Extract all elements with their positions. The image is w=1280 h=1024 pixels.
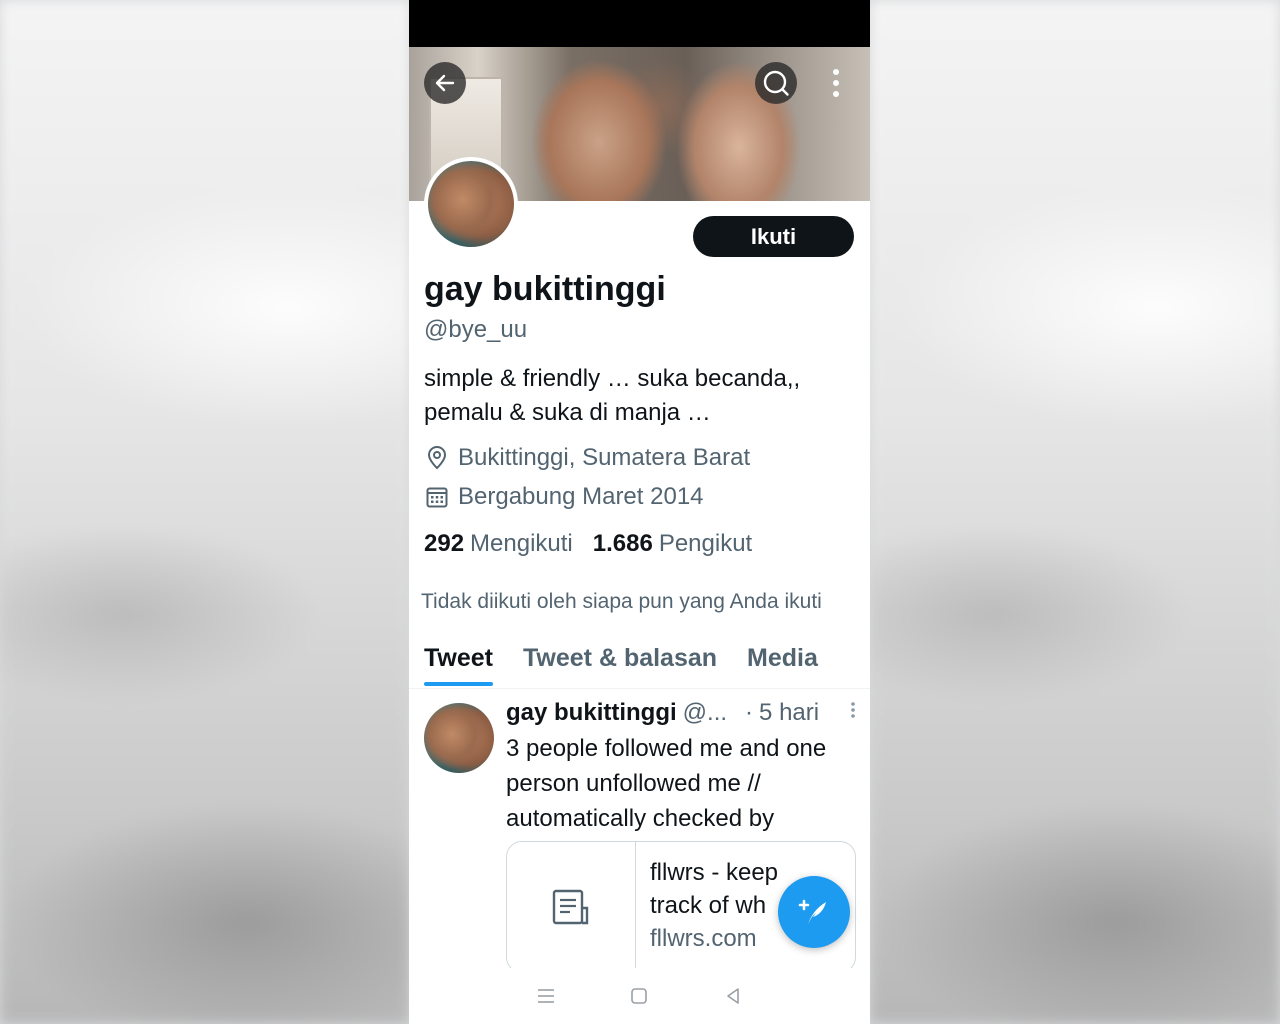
profile-avatar[interactable] <box>424 157 518 251</box>
tweet-time[interactable]: 5 hari <box>759 699 819 727</box>
card-body: fllwrs - keep track of wh fllwrs.com <box>636 842 792 972</box>
nav-home-button[interactable] <box>624 981 654 1011</box>
user-handle: @bye_uu <box>424 316 528 343</box>
tweet-separator: · <box>745 699 754 726</box>
location-text: Bukittinggi, Sumatera Barat <box>458 444 751 471</box>
bio-line: pemalu & suka di manja … <box>424 399 711 426</box>
tweet-more-button[interactable] <box>850 701 856 725</box>
card-title-line: fllwrs - keep <box>650 859 779 886</box>
system-navigation-bar <box>409 968 870 1024</box>
tweet-text-line: person unfollowed me // <box>506 770 761 797</box>
profile-bio: simple & friendly … suka becanda,, pemal… <box>424 362 854 430</box>
card-domain: fllwrs.com <box>650 925 757 952</box>
tab-tweet[interactable]: Tweet <box>409 640 508 686</box>
mutual-followers-note: Tidak diikuti oleh siapa pun yang Anda i… <box>421 590 822 613</box>
followers-label: Pengikut <box>658 530 753 557</box>
phone-screen: Ikuti gay bukittinggi @bye_uu simple & f… <box>409 0 870 1024</box>
tweet-author-name[interactable]: gay bukittinggi <box>506 699 677 727</box>
status-bar <box>409 0 870 47</box>
tab-tweet-replies[interactable]: Tweet & balasan <box>508 640 732 684</box>
tweet-header: gay bukittinggi @... · 5 hari <box>506 699 856 727</box>
search-icon <box>763 70 789 96</box>
more-options-button[interactable] <box>815 62 857 104</box>
following-count: 292 <box>424 530 465 557</box>
tweet-author-avatar[interactable] <box>424 703 494 773</box>
joined-text: Bergabung Maret 2014 <box>458 483 704 510</box>
calendar-icon <box>424 484 450 510</box>
compose-tweet-button[interactable] <box>778 876 850 948</box>
arrow-left-icon <box>435 74 455 92</box>
profile-joined-date: Bergabung Maret 2014 <box>424 483 704 511</box>
follow-button[interactable]: Ikuti <box>693 216 854 257</box>
location-pin-icon <box>424 445 450 471</box>
nav-back-button[interactable] <box>718 981 748 1011</box>
tweet-text-line: automatically checked by <box>506 805 775 832</box>
followers-stat[interactable]: 1.686 Pengikut <box>593 530 752 558</box>
following-stat[interactable]: 292 Mengikuti <box>424 530 573 558</box>
followers-count: 1.686 <box>592 530 653 557</box>
back-triangle-icon <box>727 988 739 1004</box>
following-label: Mengikuti <box>470 530 573 557</box>
home-square-icon <box>631 988 648 1004</box>
tweet-text-line: 3 people followed me and one <box>506 735 827 762</box>
display-name: gay bukittinggi <box>424 270 666 308</box>
menu-icon <box>537 989 554 1003</box>
profile-location: Bukittinggi, Sumatera Barat <box>424 444 750 472</box>
search-button[interactable] <box>755 62 797 104</box>
card-thumbnail <box>507 842 636 972</box>
card-title-line: track of wh <box>650 892 767 919</box>
nav-menu-button[interactable] <box>531 981 561 1011</box>
more-vertical-icon <box>851 702 855 718</box>
bio-line: simple & friendly … suka becanda,, <box>424 365 801 392</box>
document-icon <box>552 889 589 925</box>
tweet-author-handle: @... <box>682 699 728 726</box>
blurred-background-right <box>870 0 1280 1024</box>
compose-tweet-icon <box>798 899 826 924</box>
back-button[interactable] <box>424 62 466 104</box>
blurred-background-left <box>0 0 410 1024</box>
tab-media[interactable]: Media <box>732 640 833 684</box>
follow-stats: 292 Mengikuti 1.686 Pengikut <box>424 530 772 558</box>
tweet-text: 3 people followed me and one person unfo… <box>506 731 861 836</box>
profile-tabs: Tweet Tweet & balasan Media <box>409 640 870 689</box>
more-vertical-icon <box>833 69 839 97</box>
